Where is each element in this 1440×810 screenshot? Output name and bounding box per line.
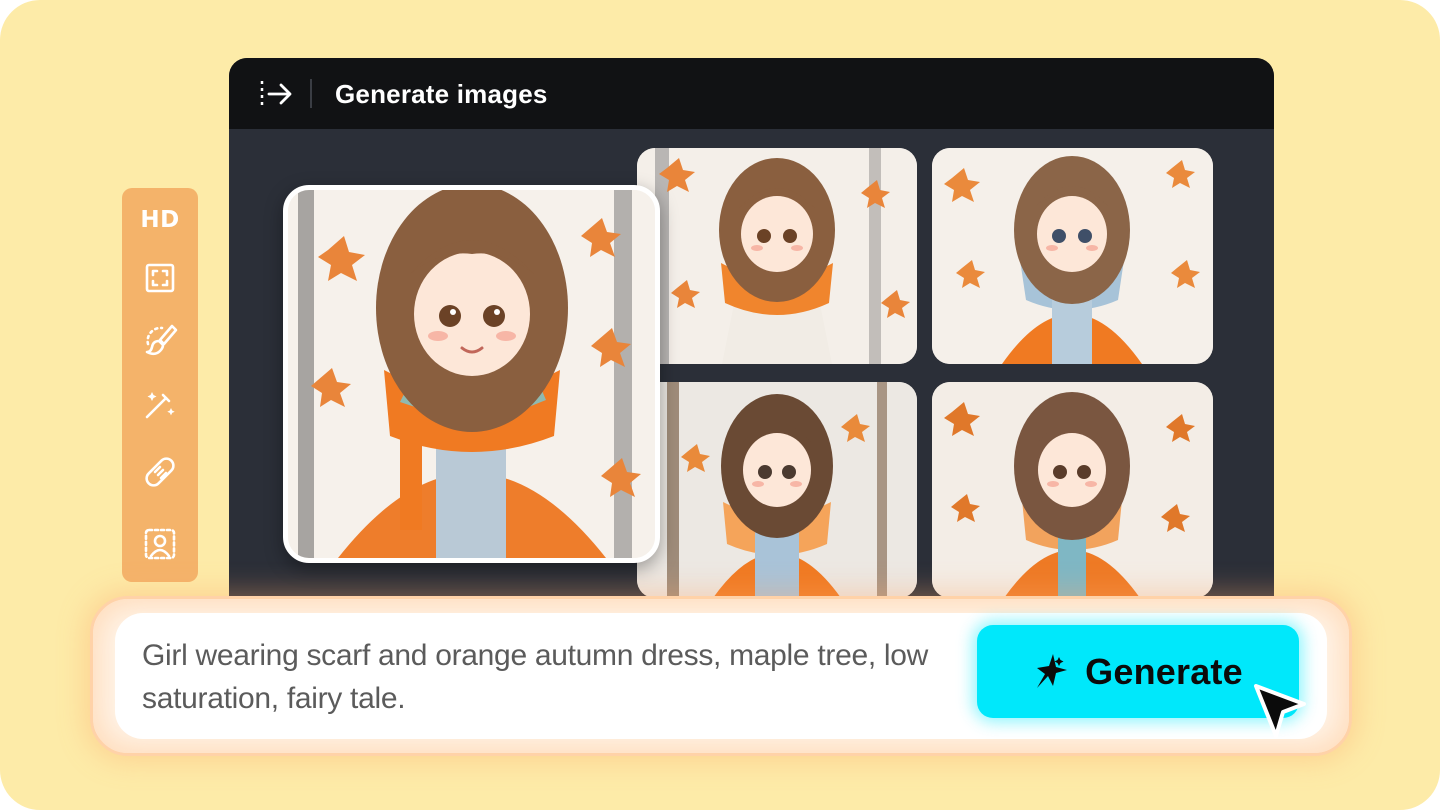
- portrait-icon[interactable]: [136, 520, 184, 568]
- mouse-pointer-icon: [1254, 684, 1306, 738]
- prompt-text[interactable]: Girl wearing scarf and orange autumn dre…: [142, 634, 942, 720]
- generated-image-top-right[interactable]: [932, 148, 1213, 364]
- generated-image-top-middle[interactable]: [637, 148, 917, 364]
- hd-label: HD: [140, 207, 180, 233]
- title-bar: Generate images: [229, 58, 1274, 129]
- canvas: Generate images HD Girl wearing scarf an…: [0, 0, 1440, 810]
- sparkle-icon: [1037, 653, 1068, 688]
- generated-image-bottom-middle[interactable]: [637, 382, 917, 598]
- window-title: Generate images: [335, 79, 548, 109]
- generated-image-bottom-right[interactable]: [932, 382, 1213, 598]
- sidebar-collapse-arrow-icon[interactable]: [257, 78, 295, 110]
- edit-toolbar: HD: [122, 188, 198, 582]
- expand-frame-icon[interactable]: [136, 254, 184, 302]
- title-divider: [310, 79, 312, 108]
- brush-icon[interactable]: [136, 316, 184, 364]
- generated-image-selected[interactable]: [283, 185, 660, 563]
- generate-button-label: Generate: [1085, 650, 1243, 692]
- magic-wand-icon[interactable]: [136, 380, 184, 428]
- hd-upscale-button[interactable]: HD: [136, 196, 184, 244]
- bandage-icon[interactable]: [136, 448, 184, 496]
